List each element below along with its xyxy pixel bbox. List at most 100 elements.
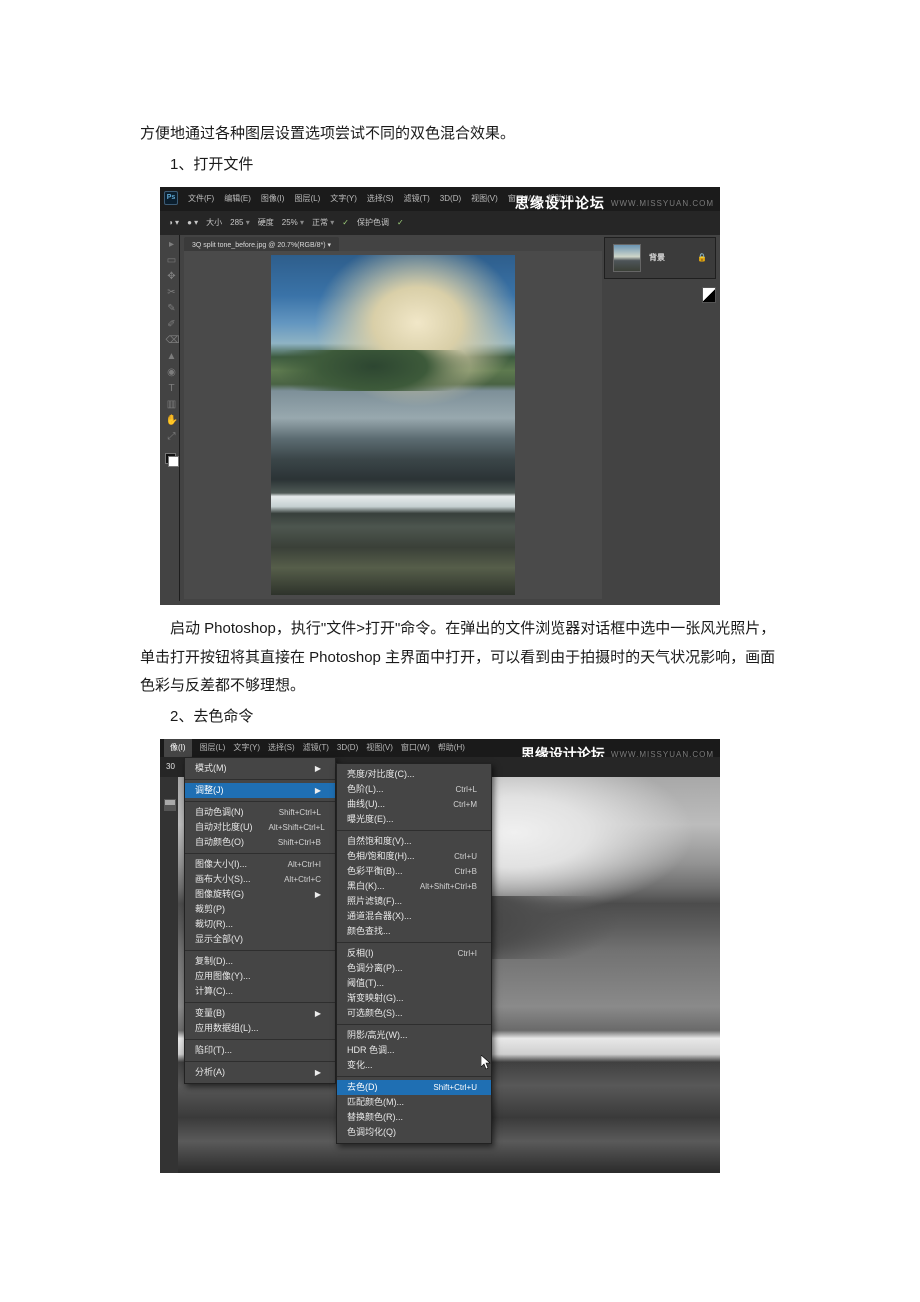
menu-item[interactable]: 显示全部(V) [185,932,335,947]
menu-item[interactable]: 替换颜色(R)... [337,1110,491,1125]
menu-item[interactable]: 反相(I)Ctrl+I [337,946,491,961]
canvas[interactable] [184,251,602,599]
layer-name[interactable]: 背景 [649,250,665,265]
layer-lock-icon: 🔒 [697,250,707,265]
menu-type[interactable]: 文字(Y) [233,740,260,755]
menu-help[interactable]: 帮助(H) [438,740,465,755]
menu-select[interactable]: 选择(S) [268,740,295,755]
image-menu-dropdown[interactable]: 模式(M)▶ 调整(J)▶ 自动色调(N)Shift+Ctrl+L自动对比度(U)A… [184,757,336,1084]
left-sidebar [160,777,178,1173]
opt-value-a[interactable]: 30 [166,759,175,774]
watermark-zh: 思缘设计论坛 [515,190,605,217]
sidebar-thumb-icon[interactable] [164,799,176,811]
hardness-value[interactable]: 25% [282,215,304,230]
options-bar: ◑ ▾ ● ▾ 大小 285 硬度 25% 正常 ✓ 保护色调 ✓ [168,215,404,230]
menu-3d[interactable]: 3D(D) [337,740,358,755]
menu-edit[interactable]: 编辑(E) [224,191,251,206]
menu-item[interactable]: 色阶(L)...Ctrl+L [337,782,491,797]
menu-item[interactable]: 色调均化(Q) [337,1125,491,1140]
menu-item[interactable]: 自动对比度(U)Alt+Shift+Ctrl+L [185,820,335,835]
landscape-photo [271,255,515,595]
tool-zoom-icon[interactable]: ⤢ [166,431,178,443]
menu-item[interactable]: 模式(M)▶ [185,761,335,776]
menu-item[interactable]: 可选颜色(S)... [337,1006,491,1021]
mode-value[interactable]: 正常 [312,215,334,230]
sample-checkbox[interactable]: ✓ [397,215,404,230]
menu-item[interactable]: 色彩平衡(B)...Ctrl+B [337,864,491,879]
menu-3d[interactable]: 3D(D) [440,191,461,206]
menu-item[interactable]: 曝光度(E)... [337,812,491,827]
adjustments-submenu[interactable]: 亮度/对比度(C)...色阶(L)...Ctrl+L曲线(U)...Ctrl+M… [336,763,492,1144]
tool-pen-icon[interactable]: ▲ [166,351,178,363]
tool-eraser-icon[interactable]: ⌫ [166,335,178,347]
menu-item[interactable]: 去色(D)Shift+Ctrl+U [337,1080,491,1095]
menu-file[interactable]: 文件(F) [188,191,214,206]
menu-item[interactable]: 黑白(K)...Alt+Shift+Ctrl+B [337,879,491,894]
menu-item[interactable]: 颜色查找... [337,924,491,939]
menu-item[interactable]: 阴影/高光(W)... [337,1028,491,1043]
menu-item[interactable]: 色相/饱和度(H)...Ctrl+U [337,849,491,864]
menu-item[interactable]: 色调分离(P)... [337,961,491,976]
protect-checkbox[interactable]: ✓ [342,215,349,230]
watermark: 思缘设计论坛 WWW.MISSYUAN.COM [515,190,714,217]
menu-item[interactable]: 匹配颜色(M)... [337,1095,491,1110]
menu-filter[interactable]: 滤镜(T) [303,740,329,755]
tool-dodge-icon[interactable]: ◉ [166,367,178,379]
menu-item[interactable]: 裁切(R)... [185,917,335,932]
menu-item[interactable]: 阈值(T)... [337,976,491,991]
tool-brush-icon[interactable]: ✐ [166,319,178,331]
menu-item[interactable]: 自动色调(N)Shift+Ctrl+L [185,805,335,820]
menu-item[interactable]: 画布大小(S)...Alt+Ctrl+C [185,872,335,887]
menu-image-active[interactable]: 像(I) [164,739,192,758]
menu-item[interactable]: 陷印(T)... [185,1043,335,1058]
menu-item[interactable]: 变量(B)▶ [185,1006,335,1021]
menu-item[interactable]: 自动颜色(O)Shift+Ctrl+B [185,835,335,850]
tool-type-icon[interactable]: T [166,383,178,395]
menu-item[interactable]: 调整(J)▶ [185,783,335,798]
menu-item[interactable]: 曲线(U)...Ctrl+M [337,797,491,812]
menu-item[interactable]: 通道混合器(X)... [337,909,491,924]
tool-move-icon[interactable]: ▸ [166,239,178,251]
menu-item[interactable]: 应用数据组(L)... [185,1021,335,1036]
tool-eyedropper-icon[interactable]: ✎ [166,303,178,315]
tool-shape-icon[interactable]: ▥ [166,399,178,411]
step-1-label: 1、打开文件 [140,151,790,180]
tool-marquee-icon[interactable]: ▭ [166,255,178,267]
brush-preview-icon[interactable]: ● ▾ [187,215,198,230]
layer-thumbnail[interactable] [613,244,641,272]
foreground-background-swatch[interactable] [165,453,179,467]
step-2-label: 2、去色命令 [140,703,790,732]
tool-preset-icon[interactable]: ◑ ▾ [168,215,179,230]
menu-item[interactable]: 渐变映射(G)... [337,991,491,1006]
ps-app-icon: Ps [164,191,178,205]
menu-item[interactable]: 照片滤镜(F)... [337,894,491,909]
menu-filter[interactable]: 滤镜(T) [404,191,430,206]
menu-type[interactable]: 文字(Y) [330,191,357,206]
menu-item[interactable]: 图像大小(I)...Alt+Ctrl+I [185,857,335,872]
size-value[interactable]: 285 [230,215,250,230]
menu-item[interactable]: 图像旋转(G)▶ [185,887,335,902]
hardness-label: 硬度 [258,215,274,230]
menu-item[interactable]: 应用图像(Y)... [185,969,335,984]
menu-image[interactable]: 图像(I) [261,191,285,206]
photoshop-screenshot-1: Ps 文件(F) 编辑(E) 图像(I) 图层(L) 文字(Y) 选择(S) 滤… [160,187,720,605]
menu-item[interactable]: 裁剪(P) [185,902,335,917]
menu-item[interactable]: 计算(C)... [185,984,335,999]
menu-item[interactable]: 复制(D)... [185,954,335,969]
menu-layer[interactable]: 图层(L) [294,191,320,206]
menu-window[interactable]: 窗口(W) [401,740,430,755]
layers-panel[interactable]: 背景 🔒 [604,237,716,279]
menu-view[interactable]: 视图(V) [471,191,498,206]
menu-item[interactable]: 变化... [337,1058,491,1073]
color-swatch-icon[interactable] [702,287,716,303]
menu-view[interactable]: 视图(V) [366,740,393,755]
menu-item[interactable]: 亮度/对比度(C)... [337,767,491,782]
menu-select[interactable]: 选择(S) [367,191,394,206]
menu-item[interactable]: HDR 色调... [337,1043,491,1058]
menu-layer[interactable]: 图层(L) [200,740,226,755]
tool-hand-icon[interactable]: ✋ [166,415,178,427]
tool-lasso-icon[interactable]: ✥ [166,271,178,283]
menu-item[interactable]: 分析(A)▶ [185,1065,335,1080]
tool-crop-icon[interactable]: ✂ [166,287,178,299]
menu-item[interactable]: 自然饱和度(V)... [337,834,491,849]
